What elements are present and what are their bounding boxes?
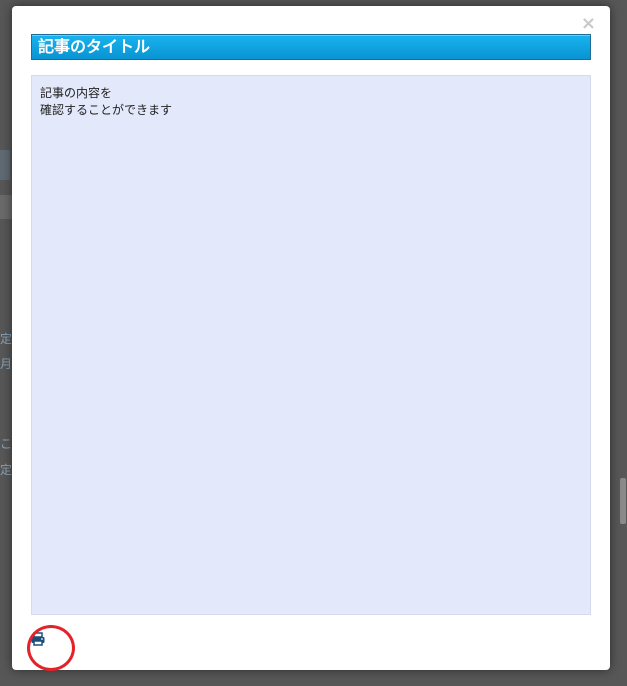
background-text: 定: [0, 332, 13, 346]
article-content-line: 記事の内容を: [40, 86, 113, 100]
close-button[interactable]: ×: [581, 15, 596, 33]
print-button[interactable]: [30, 631, 46, 647]
article-preview-modal: × 記事のタイトル 記事の内容を 確認することができます: [12, 6, 610, 671]
background-page-strip: [0, 150, 10, 180]
background-text: 定: [0, 463, 13, 477]
article-content: 記事の内容を 確認することができます: [31, 75, 591, 615]
article-title-bar: 記事のタイトル: [31, 34, 591, 60]
printer-icon: [31, 632, 45, 646]
page-scrollbar[interactable]: [620, 478, 626, 524]
background-text: 月: [0, 357, 13, 371]
article-title: 記事のタイトル: [38, 37, 151, 56]
article-content-line: 確認することができます: [40, 103, 173, 117]
background-text: こ: [0, 437, 13, 451]
background-page-strip: [0, 195, 12, 219]
